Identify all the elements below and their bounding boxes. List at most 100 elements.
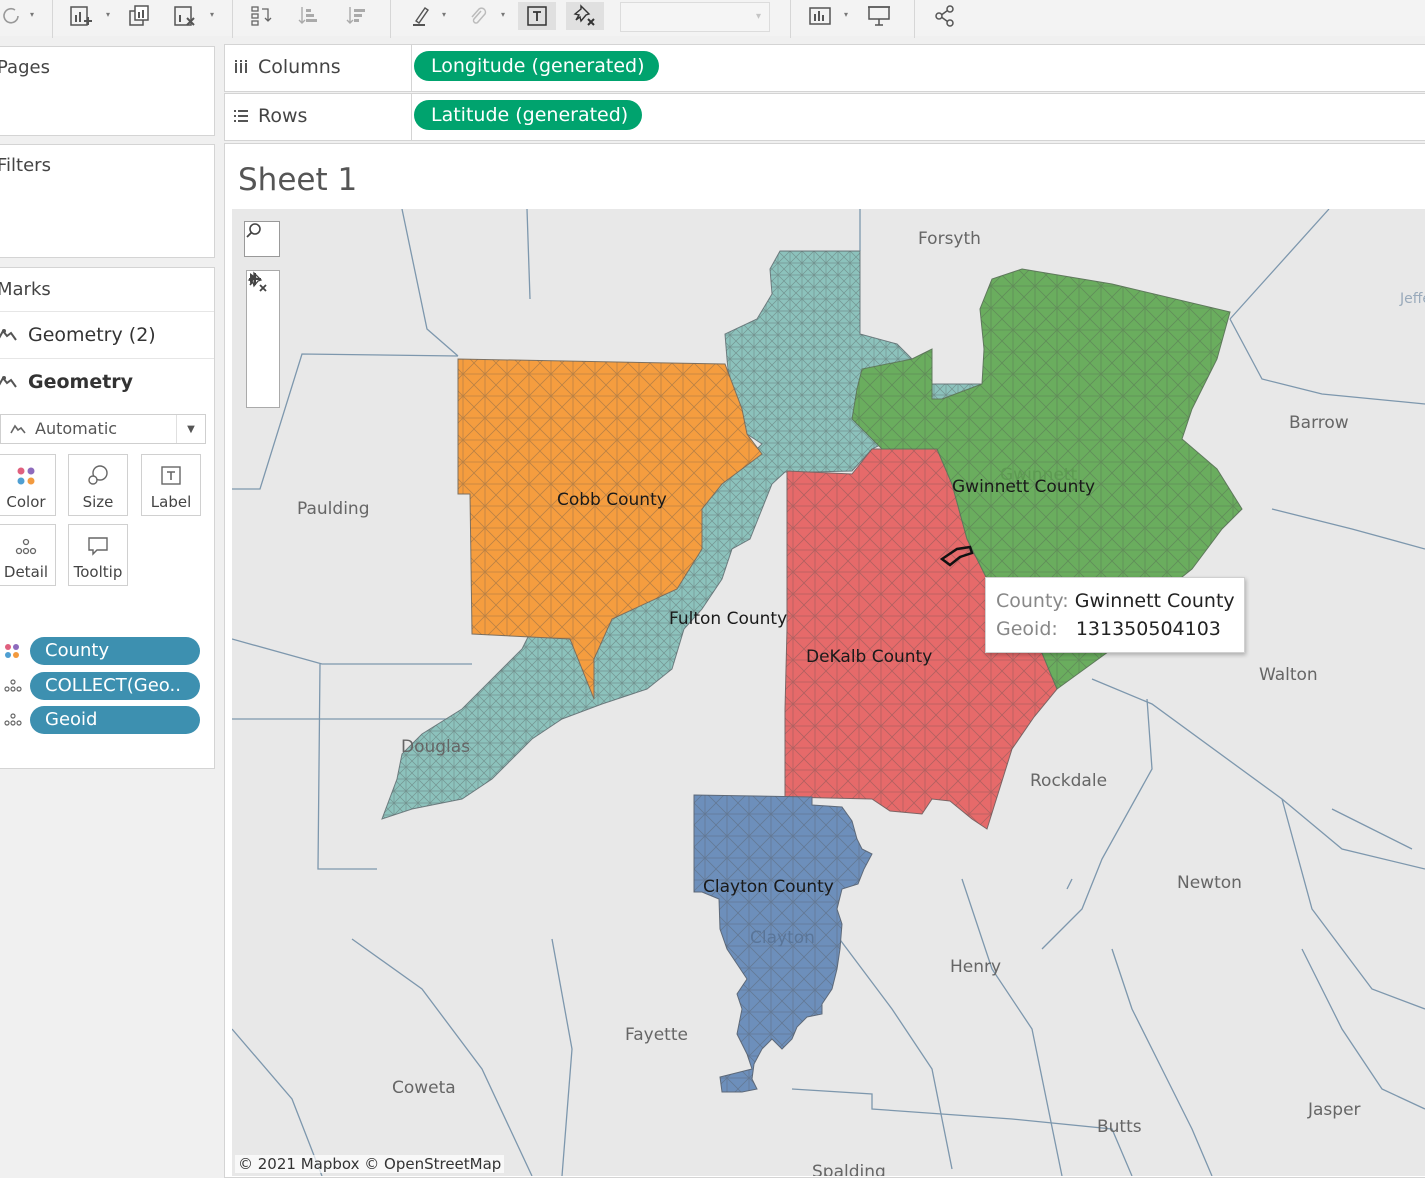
swap-icon[interactable] <box>246 2 276 30</box>
place-label: Jasper <box>1308 1100 1361 1120</box>
rows-shelf[interactable]: Rows Latitude (generated) <box>224 93 1425 141</box>
map-search-icon[interactable] <box>244 221 280 257</box>
county-label: Clayton County <box>703 877 834 897</box>
county-label: Gwinnett County <box>952 477 1096 497</box>
columns-shelf[interactable]: Columns Longitude (generated) <box>224 44 1425 92</box>
county-pill[interactable]: County <box>30 637 200 665</box>
sheet-title[interactable]: Sheet 1 <box>238 162 357 198</box>
columns-label: Columns <box>258 56 341 78</box>
rows-icon <box>234 110 248 122</box>
place-label: Newton <box>1177 873 1242 893</box>
layer-label: Geometry <box>28 371 134 393</box>
detail-icon <box>0 525 55 557</box>
color-icon <box>0 455 55 487</box>
detail-label: Detail <box>3 563 49 581</box>
rows-label: Rows <box>258 105 308 127</box>
detail-dots-icon <box>3 706 25 734</box>
reset-map-icon[interactable] <box>247 271 279 373</box>
place-label: Butts <box>1097 1117 1142 1137</box>
sort-ascending-icon[interactable] <box>294 2 324 30</box>
marks-layer-geometry[interactable]: Geometry <box>0 358 214 405</box>
pages-card[interactable]: Pages <box>0 46 215 136</box>
paperclip-dropdown-icon[interactable]: ▾ <box>501 10 509 19</box>
show-labels-icon[interactable] <box>518 2 556 30</box>
place-label: Fayette <box>625 1025 688 1045</box>
place-label: Henry <box>950 957 1002 977</box>
place-label: Clayton <box>750 928 815 948</box>
fit-select[interactable]: ▾ <box>620 2 770 32</box>
size-label: Size <box>82 493 114 511</box>
mark-type-value: Automatic <box>35 419 118 438</box>
color-label: Color <box>6 493 46 511</box>
detail-card-button[interactable]: Detail <box>0 524 56 586</box>
label-card-button[interactable]: Label <box>141 454 201 516</box>
place-label: Coweta <box>392 1078 456 1098</box>
marks-title: Marks <box>0 279 51 300</box>
tooltip-icon <box>69 525 127 557</box>
map-attribution[interactable]: © 2021 Mapbox © OpenStreetMap <box>235 1155 505 1173</box>
tooltip-label: Tooltip <box>73 563 123 581</box>
highlight-dropdown-icon[interactable]: ▾ <box>442 10 450 19</box>
tooltip-card-button[interactable]: Tooltip <box>68 524 128 586</box>
collect-geometry-pill[interactable]: COLLECT(Geo.. <box>30 672 200 700</box>
show-me-icon[interactable] <box>806 2 836 30</box>
clear-dropdown-icon[interactable]: ▾ <box>210 10 218 19</box>
tooltip-geoid-value: 131350504103 <box>1075 618 1221 640</box>
place-label: Douglas <box>401 737 471 757</box>
place-label: Barrow <box>1289 413 1349 433</box>
fit-dropdown-icon: ▾ <box>755 11 761 22</box>
redo-icon[interactable] <box>0 2 26 30</box>
chevron-down-icon[interactable]: ▼ <box>176 415 205 443</box>
place-label: Spalding <box>812 1162 886 1176</box>
redo-dropdown-icon[interactable]: ▾ <box>30 10 38 19</box>
marks-layer-geometry-2[interactable]: Geometry (2) <box>0 311 214 358</box>
tooltip-county-key: County: <box>996 590 1069 612</box>
show-me-dropdown-icon[interactable]: ▾ <box>844 10 852 19</box>
size-card-button[interactable]: Size <box>68 454 128 516</box>
county-label: Cobb County <box>557 490 667 510</box>
map-marks-icon <box>0 376 17 388</box>
left-pane: Pages Filters Marks Geometry (2) Geometr… <box>0 38 216 1176</box>
highlight-icon[interactable] <box>406 2 436 30</box>
map-marks-icon <box>0 329 17 341</box>
map-tooltip: County: Gwinnett County Geoid: 131350504… <box>985 577 1245 653</box>
columns-icon <box>235 60 247 73</box>
layer-label: Geometry (2) <box>28 324 156 346</box>
county-label: DeKalb County <box>806 647 933 667</box>
detail-dots-icon <box>3 672 25 700</box>
color-dots-icon <box>3 637 25 665</box>
new-worksheet-icon[interactable] <box>66 2 96 30</box>
map-view[interactable]: Forsyth Jeffe Barrow Paulding Walton Dou… <box>232 209 1425 1176</box>
label-label: Label <box>150 493 192 511</box>
map-canvas[interactable] <box>232 209 1425 1176</box>
place-label: Forsyth <box>918 229 981 249</box>
longitude-pill[interactable]: Longitude (generated) <box>414 51 659 81</box>
county-label: Fulton County <box>669 609 788 629</box>
duplicate-icon[interactable] <box>124 2 154 30</box>
sort-descending-icon[interactable] <box>342 2 372 30</box>
toolbar: ▾ ▾ ▾ ▾ ▾ ▾ ▾ <box>0 0 1425 38</box>
place-label: Jeffe <box>1400 291 1425 307</box>
marks-card: Marks Geometry (2) Geometry Automatic ▼ … <box>0 267 215 769</box>
geoid-pill[interactable]: Geoid <box>30 706 200 734</box>
pages-title: Pages <box>0 57 50 78</box>
share-icon[interactable] <box>930 2 960 30</box>
filters-card[interactable]: Filters <box>0 144 215 258</box>
pin-clear-icon[interactable] <box>566 2 604 30</box>
color-card-button[interactable]: Color <box>0 454 56 516</box>
paperclip-icon[interactable] <box>462 2 492 30</box>
filters-title: Filters <box>0 155 51 176</box>
label-icon <box>142 455 200 487</box>
expand-toolbar-icon[interactable] <box>247 273 279 407</box>
presentation-icon[interactable] <box>864 2 894 30</box>
tooltip-county-value: Gwinnett County <box>1074 590 1235 612</box>
map-zoom-controls <box>246 270 280 408</box>
new-worksheet-dropdown-icon[interactable]: ▾ <box>106 10 114 19</box>
place-label: Walton <box>1259 665 1318 685</box>
latitude-pill[interactable]: Latitude (generated) <box>414 100 643 130</box>
clear-sheet-icon[interactable] <box>170 2 200 30</box>
mark-type-select[interactable]: Automatic ▼ <box>0 414 206 444</box>
zoom-out-icon[interactable] <box>247 278 279 339</box>
place-label: Rockdale <box>1030 771 1108 791</box>
place-label: Paulding <box>297 499 370 519</box>
